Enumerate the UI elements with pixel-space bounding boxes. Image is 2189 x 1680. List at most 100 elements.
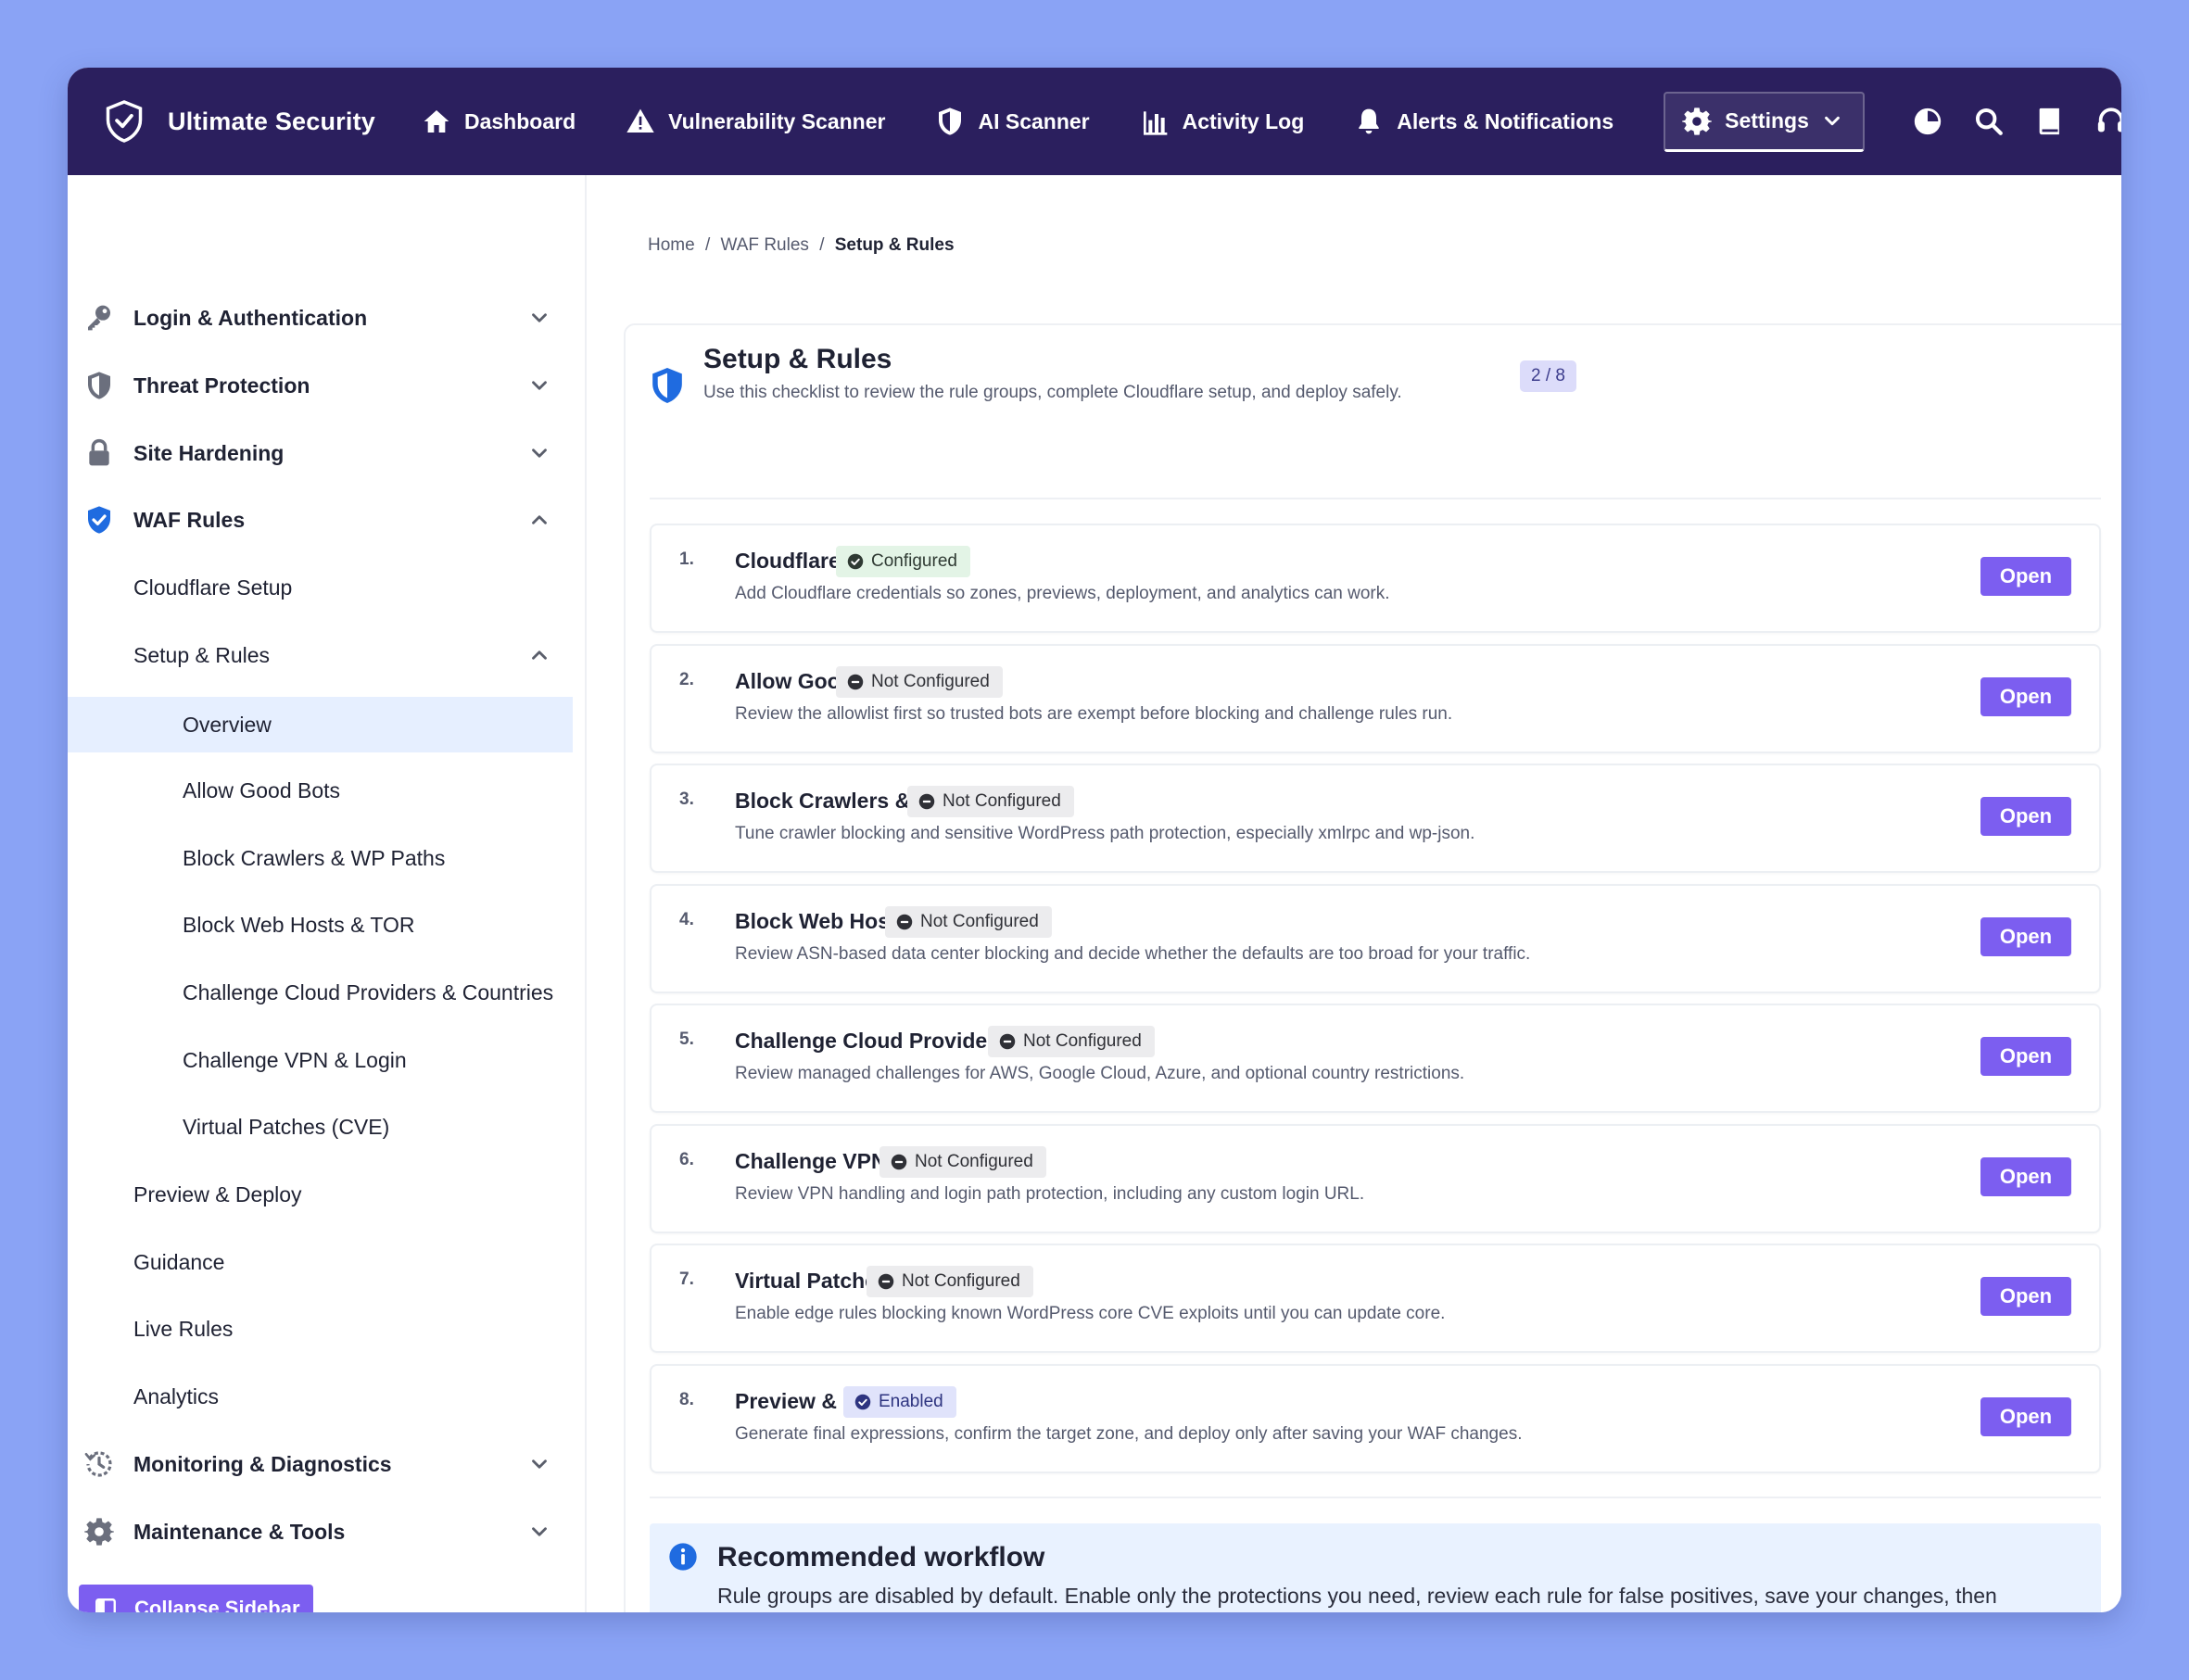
open-button[interactable]: Open <box>1980 676 2071 716</box>
sidebar-item-block-web-hosts-tor[interactable]: Block Web Hosts & TOR <box>68 899 573 951</box>
status-badge: Not Configured <box>885 905 1052 938</box>
nav-dashboard[interactable]: Dashboard <box>422 107 576 136</box>
sidebar-item-label: Preview & Deploy <box>133 1181 302 1206</box>
sidebar: Login & Authentication Threat Protection… <box>68 175 587 1612</box>
gear-icon <box>1682 107 1713 136</box>
sidebar-item-guidance[interactable]: Guidance <box>68 1236 573 1288</box>
sidebar-group-maintenance-tools[interactable]: Maintenance & Tools <box>68 1506 573 1558</box>
nav-label: Activity Log <box>1182 108 1305 133</box>
item-description: Generate final expressions, confirm the … <box>735 1423 1523 1444</box>
sidebar-group-monitoring-diagnostics[interactable]: Monitoring & Diagnostics <box>68 1438 573 1490</box>
page-title: Setup & Rules <box>703 344 892 374</box>
collapse-sidebar-label: Collapse Sidebar <box>134 1597 300 1612</box>
home-icon <box>422 107 451 136</box>
open-button[interactable]: Open <box>1980 1277 2071 1316</box>
sidebar-item-virtual-patches[interactable]: Virtual Patches (CVE) <box>68 1101 573 1153</box>
progress-badge: 2 / 8 <box>1520 360 1576 392</box>
chevron-up-icon <box>527 643 551 667</box>
sidebar-group-threat-protection[interactable]: Threat Protection <box>68 360 573 411</box>
status-badge: Not Configured <box>988 1026 1155 1057</box>
minus-circle-icon <box>999 1033 1016 1050</box>
open-button[interactable]: Open <box>1980 916 2071 956</box>
workflow-title: Recommended workflow <box>717 1542 1045 1573</box>
nav-label: Settings <box>1725 108 1809 133</box>
status-label: Not Configured <box>915 1151 1033 1171</box>
status-badge: Not Configured <box>879 1145 1046 1178</box>
nav-activity-log[interactable]: Activity Log <box>1140 107 1305 136</box>
sidebar-group-label: Threat Protection <box>133 373 310 398</box>
status-label: Not Configured <box>1023 1031 1142 1051</box>
sidebar-group-site-hardening[interactable]: Site Hardening <box>68 427 573 479</box>
sidebar-item-preview-deploy[interactable]: Preview & Deploy <box>68 1168 573 1220</box>
chevron-down-icon <box>527 306 551 330</box>
sidebar-item-cloudflare-setup[interactable]: Cloudflare Setup <box>68 562 573 613</box>
sidebar-item-block-crawlers-wp-paths[interactable]: Block Crawlers & WP Paths <box>68 832 573 884</box>
status-label: Not Configured <box>871 671 990 691</box>
nav-label: AI Scanner <box>978 108 1090 133</box>
open-button[interactable]: Open <box>1980 1396 2071 1436</box>
item-number: 3. <box>679 789 694 809</box>
item-number: 7. <box>679 1269 694 1289</box>
checklist-item: 2. Allow Good Bots Not Configured Review th… <box>650 643 2101 753</box>
app-window: Ultimate Security Dashboard Vulnerabilit… <box>68 68 2121 1612</box>
bar-chart-icon <box>1140 107 1170 136</box>
recommended-workflow-callout: Recommended workflow Rule groups are dis… <box>650 1523 2101 1612</box>
minus-circle-icon <box>918 793 935 810</box>
sidebar-item-allow-good-bots[interactable]: Allow Good Bots <box>68 764 573 816</box>
checklist-item: 3. Block Crawlers & WP Paths Not Configure… <box>650 764 2101 873</box>
top-navbar: Ultimate Security Dashboard Vulnerabilit… <box>68 68 2121 175</box>
divider <box>650 1497 2101 1498</box>
item-number: 2. <box>679 669 694 689</box>
shield-icon <box>84 371 114 400</box>
brand[interactable]: Ultimate Security <box>105 100 375 143</box>
open-button[interactable]: Open <box>1980 797 2071 836</box>
checklist-item: 4. Block Web Hosts & TOR Not Configured Rev… <box>650 883 2101 993</box>
setup-rules-card: Setup & Rules Use this checklist to revi… <box>624 323 2121 1612</box>
check-circle-icon <box>854 1394 871 1410</box>
theme-toggle-icon[interactable] <box>1912 106 1943 137</box>
sidebar-item-challenge-vpn-login[interactable]: Challenge VPN & Login <box>68 1034 573 1086</box>
sidebar-item-label: Block Crawlers & WP Paths <box>183 845 446 870</box>
sidebar-item-overview[interactable]: Overview <box>68 697 573 752</box>
nav-alerts-notifications[interactable]: Alerts & Notifications <box>1354 107 1613 136</box>
sidebar-item-label: Cloudflare Setup <box>133 575 293 600</box>
item-description: Review VPN handling and login path prote… <box>735 1183 1365 1204</box>
breadcrumb-waf-rules[interactable]: WAF Rules <box>721 235 809 255</box>
warning-icon <box>626 107 655 136</box>
nav-settings[interactable]: Settings <box>1664 91 1865 152</box>
item-description: Add Cloudflare credentials so zones, pre… <box>735 584 1390 603</box>
sidebar-group-label: Site Hardening <box>133 440 285 465</box>
status-badge: Not Configured <box>836 665 1003 698</box>
sidebar-item-setup-rules[interactable]: Setup & Rules <box>68 629 573 681</box>
sidebar-item-label: Guidance <box>133 1249 225 1274</box>
open-button[interactable]: Open <box>1980 1156 2071 1196</box>
search-icon[interactable] <box>1973 106 2005 137</box>
sidebar-item-analytics[interactable]: Analytics <box>68 1371 573 1422</box>
sidebar-group-login-authentication[interactable]: Login & Authentication <box>68 292 573 344</box>
chevron-down-icon <box>527 1520 551 1544</box>
checklist-item: 7. Virtual Patches (CVE) Not Configured Ena… <box>650 1244 2101 1353</box>
nav-vulnerability-scanner[interactable]: Vulnerability Scanner <box>626 107 885 136</box>
breadcrumb-home[interactable]: Home <box>648 235 695 255</box>
sidebar-item-live-rules[interactable]: Live Rules <box>68 1303 573 1355</box>
sidebar-item-challenge-cloud-providers[interactable]: Challenge Cloud Providers & Countries <box>68 966 573 1018</box>
headset-icon[interactable] <box>2095 106 2121 137</box>
nav-ai-scanner[interactable]: AI Scanner <box>935 107 1090 136</box>
book-icon[interactable] <box>2034 106 2066 137</box>
minus-circle-icon <box>878 1273 894 1290</box>
item-number: 8. <box>679 1389 694 1409</box>
check-circle-icon <box>847 553 864 570</box>
open-button[interactable]: Open <box>1980 1037 2071 1076</box>
sidebar-group-label: Monitoring & Diagnostics <box>133 1451 392 1476</box>
open-button[interactable]: Open <box>1980 557 2071 596</box>
nav-label: Vulnerability Scanner <box>668 108 886 133</box>
item-number: 1. <box>679 549 694 569</box>
collapse-sidebar-button[interactable]: Collapse Sidebar <box>79 1585 313 1612</box>
status-label: Not Configured <box>920 911 1039 931</box>
divider <box>650 498 2101 499</box>
item-number: 4. <box>679 909 694 929</box>
sidebar-group-waf-rules[interactable]: WAF Rules <box>68 494 573 546</box>
minus-circle-icon <box>891 1154 907 1170</box>
sidebar-item-label: Overview <box>183 712 272 737</box>
key-icon <box>84 303 114 333</box>
